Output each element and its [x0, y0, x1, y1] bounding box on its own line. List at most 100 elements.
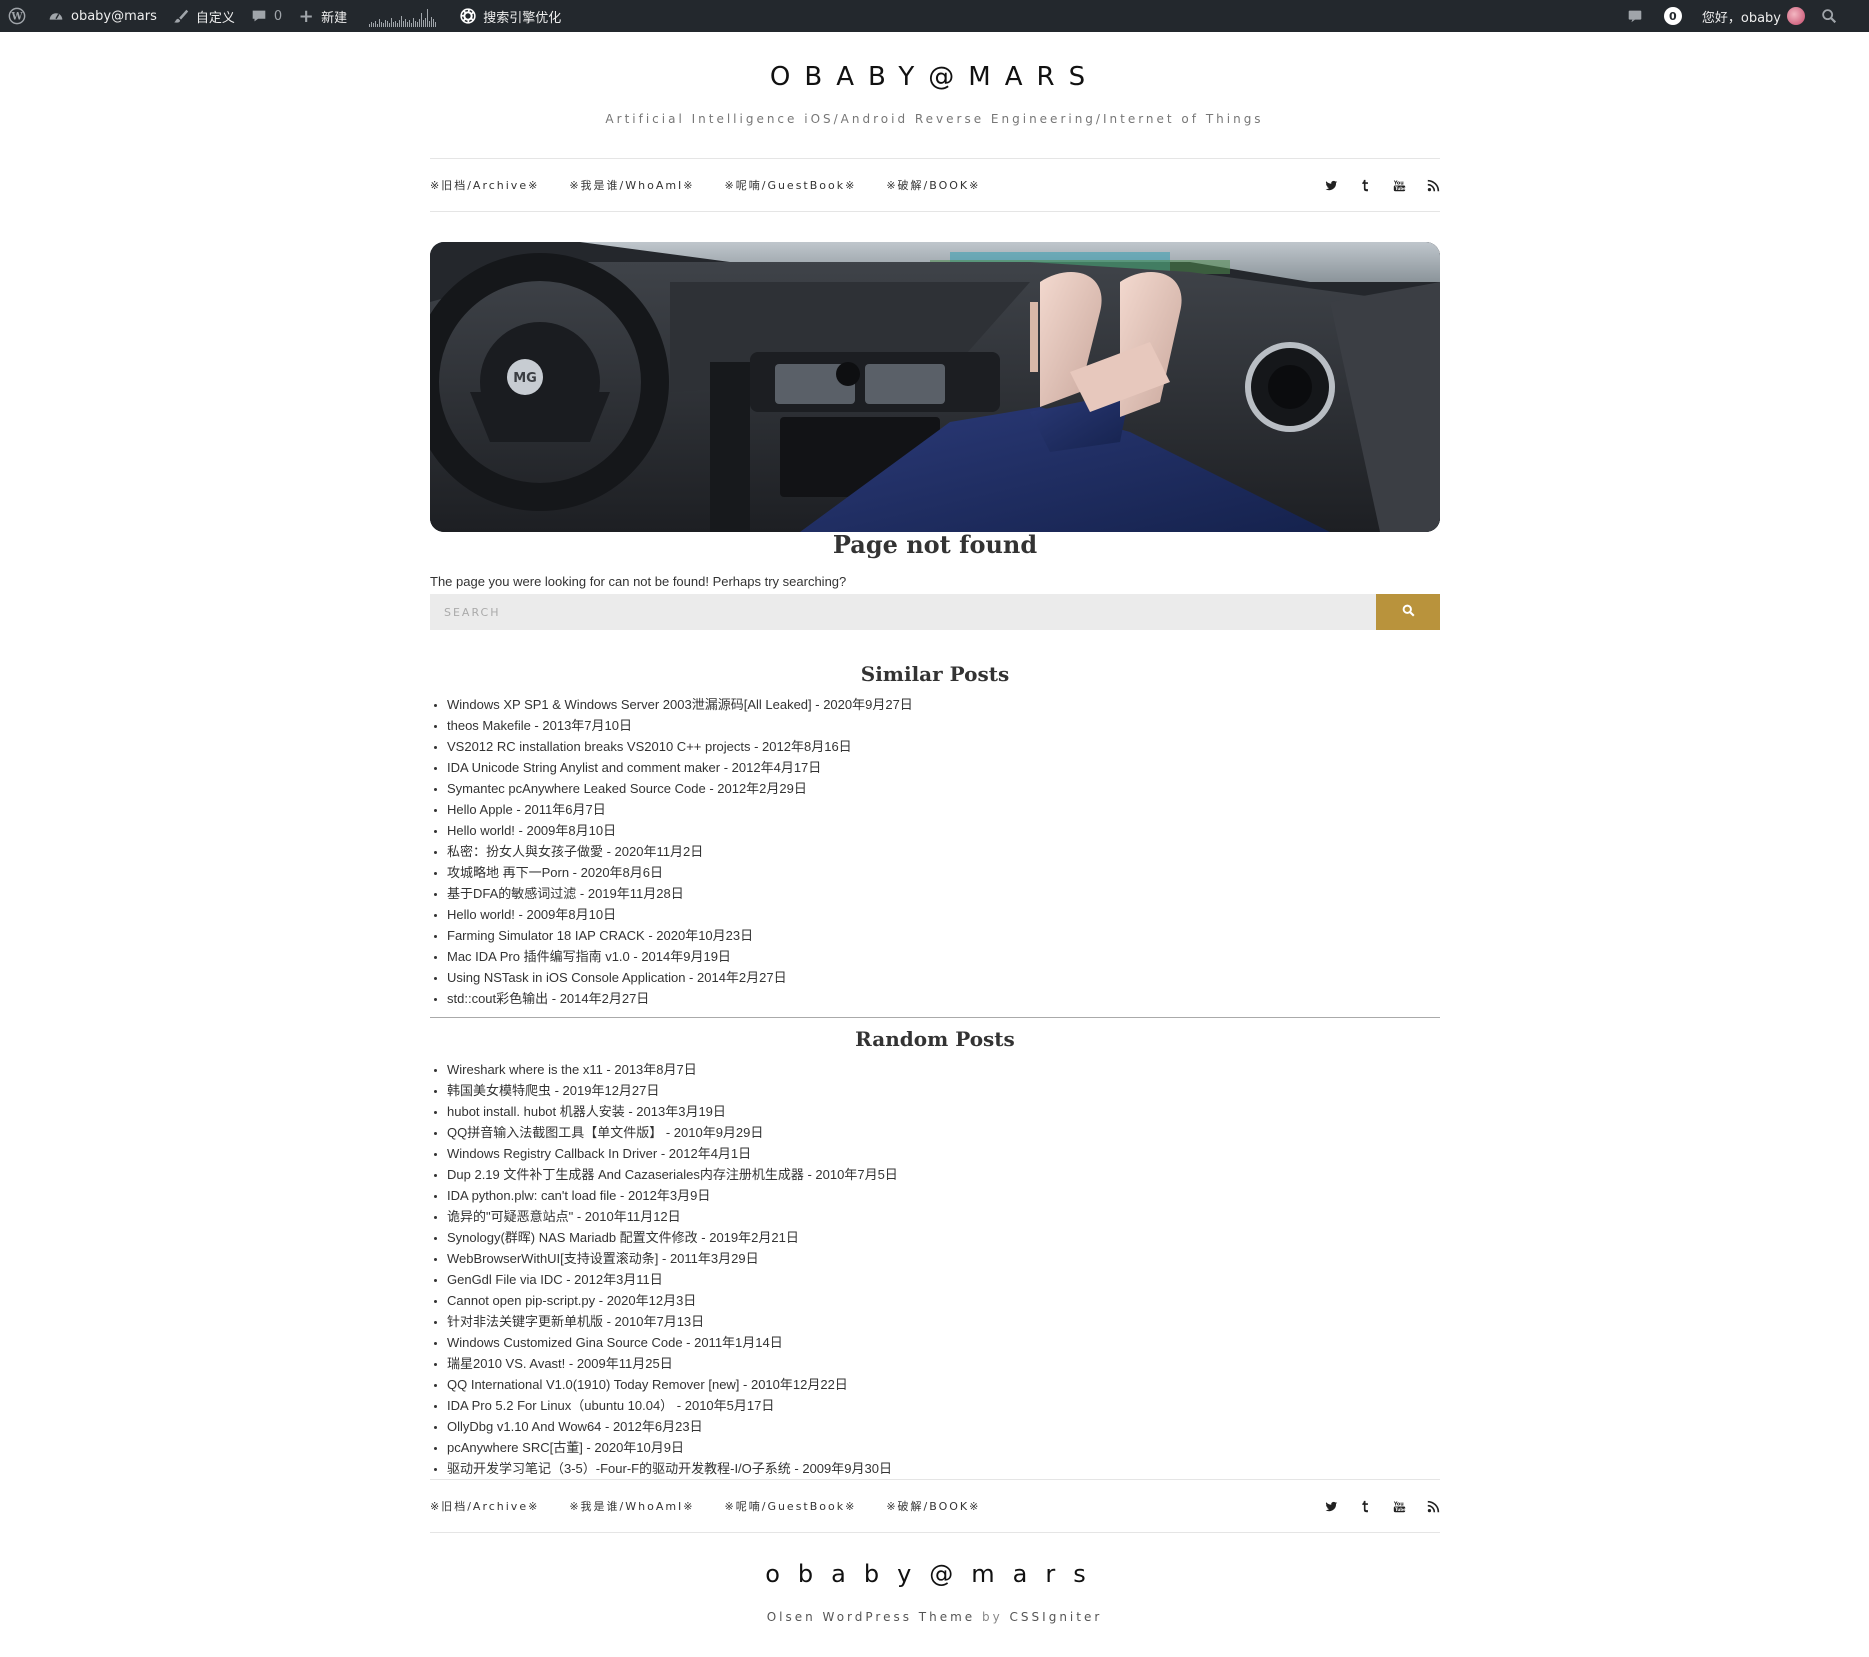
- search-input[interactable]: [430, 594, 1376, 630]
- notification-count-button[interactable]: 0: [1657, 0, 1695, 32]
- sparkline-bar: [387, 21, 389, 27]
- sparkline-bar: [403, 21, 405, 27]
- account-menu[interactable]: 您好，obaby: [1695, 0, 1812, 32]
- similar-post-item[interactable]: 攻城略地 再下一Porn - 2020年8月6日: [447, 862, 913, 883]
- random-post-item[interactable]: IDA Pro 5.2 For Linux（ubuntu 10.04） - 20…: [447, 1395, 898, 1416]
- footer-nav-item-archive[interactable]: ※旧档/Archive※: [430, 1498, 539, 1514]
- similar-post-item[interactable]: Mac IDA Pro 插件编写指南 v1.0 - 2014年9月19日: [447, 946, 913, 967]
- random-post-item[interactable]: hubot install. hubot 机器人安装 - 2013年3月19日: [447, 1101, 898, 1122]
- comment-icon: [249, 6, 269, 26]
- random-post-item[interactable]: WebBrowserWithUI[支持设置滚动条] - 2011年3月29日: [447, 1248, 898, 1269]
- similar-post-item[interactable]: 私密：扮女人與女孩子做愛 - 2020年11月2日: [447, 841, 913, 862]
- svg-text:W: W: [10, 12, 23, 23]
- sparkline-bar: [413, 18, 415, 27]
- sparkline-bar: [407, 22, 409, 27]
- random-post-item[interactable]: OllyDbg v1.10 And Wow64 - 2012年6月23日: [447, 1416, 898, 1437]
- random-post-item[interactable]: Windows Customized Gina Source Code - 20…: [447, 1332, 898, 1353]
- twitter-icon[interactable]: [1324, 1499, 1338, 1513]
- similar-post-item[interactable]: IDA Unicode String Anylist and comment m…: [447, 757, 913, 778]
- svg-text:Tube: Tube: [1395, 1506, 1406, 1511]
- site-title[interactable]: OBABY@MARS: [0, 62, 1869, 92]
- nav-item-guestbook[interactable]: ※呢喃/GuestBook※: [725, 177, 857, 193]
- youtube-icon[interactable]: You Tube: [1392, 178, 1406, 192]
- similar-post-item[interactable]: Windows XP SP1 & Windows Server 2003泄漏源码…: [447, 694, 913, 715]
- random-post-item[interactable]: pcAnywhere SRC[古董] - 2020年10月9日: [447, 1437, 898, 1458]
- rss-icon[interactable]: [1426, 178, 1440, 192]
- sparkline-bar: [423, 20, 425, 27]
- footer-nav-item-book[interactable]: ※破解/BOOK※: [886, 1498, 980, 1514]
- similar-post-item[interactable]: Hello world! - 2009年8月10日: [447, 904, 913, 925]
- stats-sparkline[interactable]: [354, 0, 451, 32]
- author-link[interactable]: CSSIgniter: [1010, 1610, 1103, 1624]
- youtube-icon[interactable]: You Tube: [1392, 1499, 1406, 1513]
- similar-post-item[interactable]: Hello Apple - 2011年6月7日: [447, 799, 913, 820]
- page-title: Page not found: [832, 530, 1038, 559]
- footer-nav-item-whoami[interactable]: ※我是谁/WhoAmI※: [569, 1498, 694, 1514]
- plus-icon: +: [298, 5, 314, 27]
- admin-bar: W obaby@mars 自定义 0 + 新建 搜索引擎优化 0 您好，obab…: [0, 0, 1869, 32]
- random-post-item[interactable]: Cannot open pip-script.py - 2020年12月3日: [447, 1290, 898, 1311]
- tumblr-icon[interactable]: [1358, 1499, 1372, 1513]
- sparkline-bar: [431, 17, 433, 27]
- nav-item-book[interactable]: ※破解/BOOK※: [886, 177, 980, 193]
- random-post-item[interactable]: QQ拼音输入法截图工具【单文件版】 - 2010年9月29日: [447, 1122, 898, 1143]
- similar-post-item[interactable]: theos Makefile - 2013年7月10日: [447, 715, 913, 736]
- avatar: [1787, 7, 1805, 25]
- footer-credit: Olsen WordPress Theme by CSSIgniter: [0, 1610, 1869, 1624]
- notifications-button[interactable]: [1618, 0, 1657, 32]
- similar-post-item[interactable]: Farming Simulator 18 IAP CRACK - 2020年10…: [447, 925, 913, 946]
- search-button[interactable]: [1376, 594, 1440, 630]
- search-icon: [1402, 604, 1415, 620]
- greeting-label: 您好，obaby: [1701, 10, 1781, 26]
- nav-item-archive[interactable]: ※旧档/Archive※: [430, 177, 539, 193]
- random-post-item[interactable]: IDA python.plw: can't load file - 2012年3…: [447, 1185, 898, 1206]
- sparkline-bar: [417, 22, 419, 27]
- wordpress-icon: W: [7, 6, 27, 26]
- svg-text:MG: MG: [513, 371, 537, 386]
- similar-post-item[interactable]: VS2012 RC installation breaks VS2010 C++…: [447, 736, 913, 757]
- theme-link[interactable]: Olsen WordPress Theme: [767, 1610, 975, 1624]
- random-post-item[interactable]: 诡异的"可疑恶意站点" - 2010年11月12日: [447, 1206, 898, 1227]
- random-post-item[interactable]: 瑞星2010 VS. Avast! - 2009年11月25日: [447, 1353, 898, 1374]
- random-post-item[interactable]: Wireshark where is the x11 - 2013年8月7日: [447, 1059, 898, 1080]
- random-post-item[interactable]: Dup 2.19 文件补丁生成器 And Cazaseriales内存注册机生成…: [447, 1164, 898, 1185]
- customize-button[interactable]: 自定义: [164, 0, 242, 32]
- tumblr-icon[interactable]: [1358, 178, 1372, 192]
- nav-item-whoami[interactable]: ※我是谁/WhoAmI※: [569, 177, 694, 193]
- new-content-button[interactable]: + 新建: [289, 0, 354, 32]
- footer-nav-menu: ※旧档/Archive※ ※我是谁/WhoAmI※ ※呢喃/GuestBook※…: [430, 1498, 980, 1514]
- random-post-item[interactable]: Windows Registry Callback In Driver - 20…: [447, 1143, 898, 1164]
- sparkline-bar: [375, 21, 377, 27]
- sparkline-bar: [389, 23, 391, 27]
- similar-post-item[interactable]: Using NSTask in iOS Console Application …: [447, 967, 913, 988]
- notification-icon: [1625, 6, 1645, 26]
- random-post-item[interactable]: 韩国美女模特爬虫 - 2019年12月27日: [447, 1080, 898, 1101]
- site-name-menu[interactable]: obaby@mars: [39, 0, 164, 32]
- sparkline-bar: [421, 13, 423, 27]
- similar-post-item[interactable]: Symantec pcAnywhere Leaked Source Code -…: [447, 778, 913, 799]
- sparkline-bar: [411, 23, 413, 27]
- seo-button[interactable]: 搜索引擎优化: [451, 0, 568, 32]
- credit-by: by: [982, 1610, 1003, 1624]
- wordpress-logo-button[interactable]: W: [0, 0, 39, 32]
- admin-search-button[interactable]: [1812, 0, 1851, 32]
- sparkline-bar: [409, 20, 411, 27]
- nav-menu: ※旧档/Archive※ ※我是谁/WhoAmI※ ※呢喃/GuestBook※…: [430, 177, 980, 193]
- random-post-item[interactable]: GenGdl File via IDC - 2012年3月11日: [447, 1269, 898, 1290]
- random-post-item[interactable]: QQ International V1.0(1910) Today Remove…: [447, 1374, 898, 1395]
- site-name-label: obaby@mars: [71, 8, 157, 24]
- similar-post-item[interactable]: std::cout彩色输出 - 2014年2月27日: [447, 988, 913, 1009]
- similar-post-item[interactable]: 基于DFA的敏感词过滤 - 2019年11月28日: [447, 883, 913, 904]
- notification-badge: 0: [1663, 7, 1682, 25]
- similar-post-item[interactable]: Hello world! - 2009年8月10日: [447, 820, 913, 841]
- footer-nav-item-guestbook[interactable]: ※呢喃/GuestBook※: [725, 1498, 857, 1514]
- twitter-icon[interactable]: [1324, 178, 1338, 192]
- random-post-item[interactable]: 驱动开发学习笔记（3-5）-Four-F的驱动开发教程-I/O子系统 - 200…: [447, 1458, 898, 1479]
- footer-site-title[interactable]: obaby@mars: [0, 1560, 1869, 1588]
- random-post-item[interactable]: Synology(群晖) NAS Mariadb 配置文件修改 - 2019年2…: [447, 1227, 898, 1248]
- sparkline-bar: [383, 23, 385, 27]
- footer-navigation: ※旧档/Archive※ ※我是谁/WhoAmI※ ※呢喃/GuestBook※…: [430, 1479, 1440, 1533]
- random-post-item[interactable]: 针对非法关键字更新单机版 - 2010年7月13日: [447, 1311, 898, 1332]
- comments-button[interactable]: 0: [242, 0, 289, 32]
- rss-icon[interactable]: [1426, 1499, 1440, 1513]
